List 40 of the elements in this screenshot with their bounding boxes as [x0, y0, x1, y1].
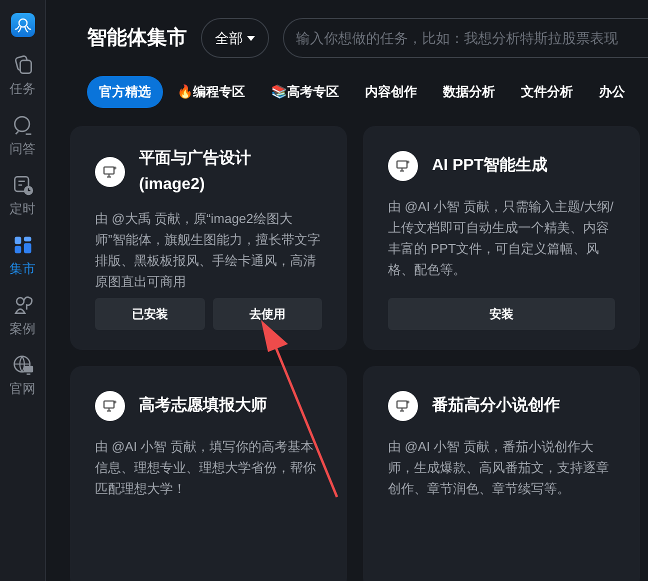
sidebar-item[interactable]: 问答	[10, 139, 36, 158]
agent-avatar-icon	[388, 391, 418, 421]
agent-description: 由 @AI 小智 贡献，填写你的高考基本信息、理想专业、理想大学省份，帮你匹配理想大学！	[95, 438, 317, 498]
sidebar-item[interactable]: 官网	[10, 379, 36, 398]
category-tab[interactable]: 官方精选	[87, 76, 163, 108]
category-tab[interactable]: 文件分析	[509, 76, 585, 108]
agent-card[interactable]: AI PPT智能生成 由 @AI 小智 贡献，只需输入主题/大纲/上传文档即可自动生成一个精美、内容丰富的 PPT文件，可自定义篇幅、风格、配色等。 安装	[363, 126, 640, 350]
search-field[interactable]: 输入你想做的任务，比如：我想分析特斯拉股票表现	[283, 18, 648, 58]
page-title: 智能体集市	[87, 26, 187, 51]
chat-bubble-icon[interactable]	[12, 113, 34, 137]
agent-avatar-icon	[95, 157, 125, 187]
card-action-button[interactable]: 去使用	[212, 298, 322, 330]
agent-card[interactable]: 番茄高分小说创作 由 @AI 小智 贡献，番茄小说创作大师，生成爆款、高风番茄文，支持逐章创作、章节润色、章节续写等。	[363, 366, 640, 581]
caret-icon	[247, 36, 255, 40]
agent-description: 由 @AI 小智 贡献，只需输入主题/大纲/上传文档即可自动生成一个精美、内容丰富的 PPT文件，可自定义篇幅、风格、配色等。	[388, 198, 615, 279]
agent-description: 由 @AI 小智 贡献，番茄小说创作大师，生成爆款、高风番茄文，支持逐章创作、章节润色、章节续写等。	[388, 438, 610, 498]
schedule-icon[interactable]	[12, 173, 34, 197]
category-tab[interactable]: 📚高考专区	[259, 76, 351, 108]
card-action-button[interactable]: 安装	[388, 298, 615, 330]
category-tab[interactable]: 内容创作	[353, 76, 429, 108]
app-logo-icon[interactable]	[10, 13, 34, 37]
agent-card[interactable]: 平面与广告设计 (image2) 由 @大禹 贡献，原“image2绘图大师”智能体，旗舰生图能力，擅长带文字排版、黑板板报风、手绘卡通风，高清原图直出可商用 已安装 去使用	[70, 126, 347, 350]
agent-card[interactable]: 高考志愿填报大师 由 @AI 小智 贡献，填写你的高考基本信息、理想专业、理想大学省份，帮你匹配理想大学！	[70, 366, 347, 581]
agent-title: AI PPT智能生成	[432, 156, 548, 176]
agent-title: 平面与广告设计 (image2)	[139, 148, 252, 195]
sidebar-item[interactable]: 定时	[10, 199, 36, 218]
filter-dropdown[interactable]: 全部	[201, 18, 269, 58]
category-tab[interactable]: 🔥编程专区	[165, 76, 257, 108]
agent-title: 番茄高分小说创作	[432, 395, 560, 416]
sidebar-item[interactable]: 任务	[10, 79, 36, 98]
category-tab[interactable]: 数据分析	[431, 76, 507, 108]
sidebar-item[interactable]: 案例	[10, 319, 36, 338]
globe-icon[interactable]	[12, 353, 34, 377]
category-tab[interactable]: 办公	[587, 76, 637, 108]
card-action-button[interactable]: 已安装	[95, 298, 204, 330]
agent-avatar-icon	[95, 391, 125, 421]
agent-description: 由 @大禹 贡献，原“image2绘图大师”智能体，旗舰生图能力，擅长带文字排版、黑板板报风、手绘卡通风，高清原图直出可商用	[95, 210, 322, 291]
agent-avatar-icon	[388, 151, 418, 181]
agent-title: 高考志愿填报大师	[139, 395, 267, 416]
sidebar-item[interactable]: 集市	[10, 259, 36, 278]
